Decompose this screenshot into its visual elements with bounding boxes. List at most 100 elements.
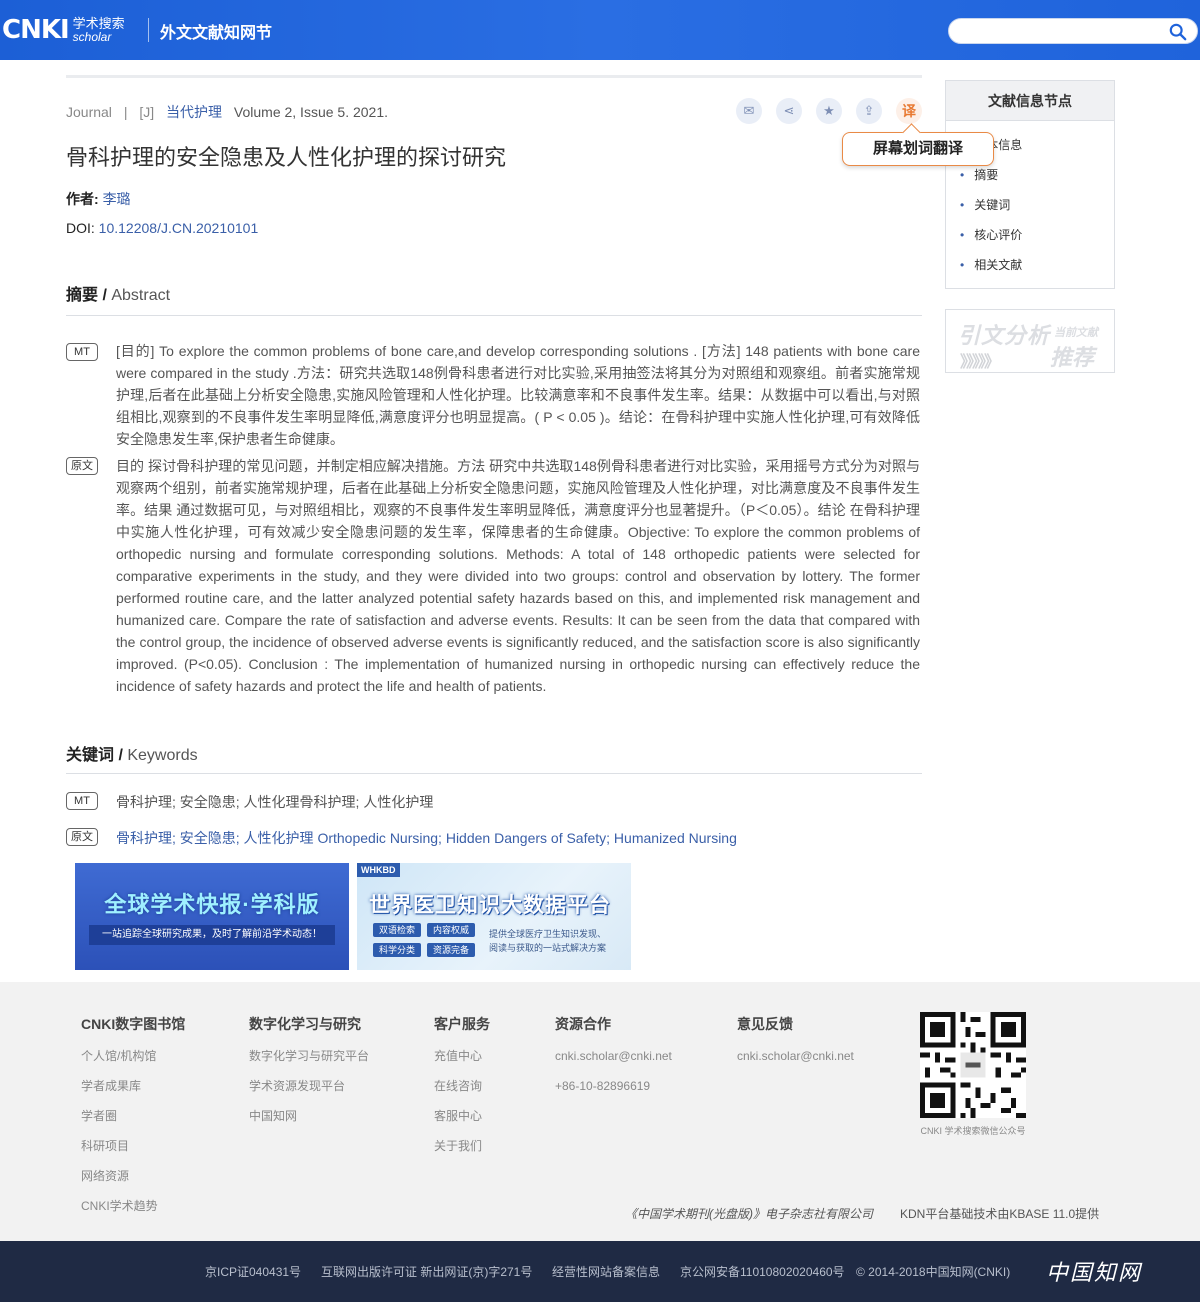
keywords-heading-en: Keywords <box>127 747 198 764</box>
footer-phone: +86-10-82896619 <box>555 1079 651 1093</box>
cnki-footer-logo: 中国知网 <box>1046 1261 1143 1286</box>
footer-link[interactable]: CNKI学术趋势 <box>81 1198 185 1228</box>
top-rule <box>66 75 922 78</box>
export-icon[interactable]: ⇪ <box>856 98 882 124</box>
banner2-desc-line2: 阅读与获取的一站式解决方案 <box>489 943 607 953</box>
keywords-original[interactable]: 骨科护理; 安全隐患; 人性化护理 Orthopedic Nursing; Hi… <box>116 828 737 848</box>
keywords-rule <box>66 773 922 774</box>
side-item-related[interactable]: 相关文献 <box>960 256 1022 273</box>
journal-link[interactable]: 当代护理 <box>166 104 222 120</box>
qr-code-icon <box>920 1012 1026 1118</box>
footer-col-library: CNKI数字图书馆 个人馆/机构馆 学者成果库 学者圈 科研项目 网络资源 CN… <box>81 1014 185 1228</box>
footer-link[interactable]: 中国知网 <box>249 1108 369 1138</box>
logo-main: CNKI <box>2 15 70 45</box>
icp-license[interactable]: 京ICP证040431号 <box>205 1263 301 1280</box>
banner1-title: 全球学术快报·学科版 <box>104 892 320 917</box>
footer-link[interactable]: 学者成果库 <box>81 1078 185 1108</box>
abstract-rule <box>66 315 922 316</box>
favorite-icon[interactable]: ★ <box>816 98 842 124</box>
banner2-pill: 科学分类 <box>373 943 422 957</box>
footer-link[interactable]: 学者圈 <box>81 1108 185 1138</box>
banner1-subtitle: 一站追踪全球研究成果，及时了解前沿学术动态！ <box>89 925 335 945</box>
author-link[interactable]: 李璐 <box>103 191 131 207</box>
footer-email[interactable]: cnki.scholar@cnki.net <box>737 1048 854 1078</box>
banner2-pill: 内容权威 <box>427 923 476 937</box>
footer-col-feedback: 意见反馈 cnki.scholar@cnki.net <box>737 1014 854 1078</box>
author-label: 作者: <box>66 191 103 207</box>
footer-link[interactable]: 个人馆/机构馆 <box>81 1048 185 1078</box>
header-divider <box>148 18 149 42</box>
site-title: 外文文献知网节 <box>160 25 273 42</box>
footer-link[interactable]: 客服中心 <box>434 1108 490 1138</box>
keywords-heading: 关键词 / Keywords <box>66 741 198 765</box>
qr-caption: CNKI 学术搜索微信公众号 <box>920 1126 1026 1136</box>
article-meta: Journal | [J] 当代护理 Volume 2, Issue 5. 20… <box>66 102 388 122</box>
info-nodes-panel: 文献信息节点 基本信息 摘要 关键词 核心评价 相关文献 <box>945 80 1115 289</box>
footer-link[interactable]: 在线咨询 <box>434 1078 490 1108</box>
footer-link[interactable]: 关于我们 <box>434 1138 490 1168</box>
meta-separator: | <box>123 104 128 120</box>
doi-line: DOI: 10.12208/J.CN.20210101 <box>66 220 258 236</box>
footer-col-title: 资源合作 <box>555 1016 611 1032</box>
search-icon[interactable] <box>1169 23 1187 41</box>
top-header: CNKI 学术搜索 scholar 外文文献知网节 <box>0 0 1200 60</box>
cnki-scholar-logo[interactable]: CNKI 学术搜索 scholar <box>2 15 125 45</box>
current-doc-label: 当前文献 <box>1054 327 1098 339</box>
banner2-pill: 双语检索 <box>373 923 422 937</box>
security-record[interactable]: 京公网安备11010802020460号 <box>680 1263 845 1280</box>
banner-medical-platform[interactable]: WHKBD 世界医卫知识大数据平台 双语检索 内容权威 科学分类 资源完备 提供… <box>357 863 631 970</box>
copyright: © 2014-2018中国知网(CNKI) <box>856 1265 1011 1279</box>
info-nodes-title: 文献信息节点 <box>946 81 1114 121</box>
publishing-license[interactable]: 互联网出版许可证 新出网证(京)字271号 <box>321 1263 532 1280</box>
footer-link[interactable]: 数字化学习与研究平台 <box>249 1048 369 1078</box>
footer-email[interactable]: cnki.scholar@cnki.net <box>555 1048 672 1078</box>
footer-link[interactable]: 网络资源 <box>81 1168 185 1198</box>
banner2-tag: WHKBD <box>357 863 400 877</box>
footer-col-cooperation: 资源合作 cnki.scholar@cnki.net +86-10-828966… <box>555 1014 672 1108</box>
translate-icon[interactable]: 译 <box>896 98 922 124</box>
article-tools: ✉ ⋖ ★ ⇪ 译 <box>736 98 922 124</box>
article-title: 骨科护理的安全隐患及人性化护理的探讨研究 <box>66 145 507 170</box>
footer-col-title: CNKI数字图书馆 <box>81 1016 186 1032</box>
author-line: 作者: 李璐 <box>66 189 131 209</box>
side-item-abstract[interactable]: 摘要 <box>960 166 998 183</box>
translate-tooltip: 屏幕划词翻译 <box>842 132 994 166</box>
abstract-heading-en: Abstract <box>111 287 171 304</box>
meta-type: Journal <box>66 104 112 120</box>
footer-link[interactable]: 学术资源发现平台 <box>249 1078 369 1108</box>
footer-col-title: 数字化学习与研究 <box>249 1016 361 1032</box>
footer-publisher: 《中国学术期刊(光盘版)》电子杂志社有限公司 <box>625 1207 873 1221</box>
banner-global-academic[interactable]: 全球学术快报·学科版 一站追踪全球研究成果，及时了解前沿学术动态！ <box>75 863 349 970</box>
mail-icon[interactable]: ✉ <box>736 98 762 124</box>
doi-link[interactable]: 10.12208/J.CN.20210101 <box>99 220 259 236</box>
banner2-pill: 资源完备 <box>427 943 476 957</box>
footer-tech-note: KDN平台基础技术由KBASE 11.0提供 <box>900 1207 1100 1221</box>
search-input[interactable] <box>948 18 1198 44</box>
website-record[interactable]: 经营性网站备案信息 <box>552 1263 660 1280</box>
citation-analysis-box[interactable]: 引文分析 当前文献 》》》》》 推荐 <box>945 309 1115 373</box>
footer-link[interactable]: 科研项目 <box>81 1138 185 1168</box>
original-tag: 原文 <box>66 828 98 846</box>
side-item-keywords[interactable]: 关键词 <box>960 196 1010 213</box>
footer: CNKI数字图书馆 个人馆/机构馆 学者成果库 学者圈 科研项目 网络资源 CN… <box>0 982 1200 1241</box>
citation-analysis-label: 引文分析 <box>958 323 1051 348</box>
original-tag: 原文 <box>66 457 98 475</box>
keywords-heading-cn: 关键词 / <box>66 747 128 764</box>
abstract-mt-text: [目的] To explore the common problems of b… <box>116 343 920 447</box>
abstract-heading: 摘要 / Abstract <box>66 281 170 305</box>
bottom-bar: 京ICP证040431号 互联网出版许可证 新出网证(京)字271号 经营性网站… <box>0 1241 1200 1302</box>
banner2-description: 提供全球医疗卫生知识发现、 阅读与获取的一站式解决方案 <box>489 927 606 955</box>
abstract-heading-cn: 摘要 / <box>66 287 112 304</box>
footer-link[interactable]: 充值中心 <box>434 1048 490 1078</box>
side-item-core-evaluation[interactable]: 核心评价 <box>960 226 1022 243</box>
mt-tag: MT <box>66 343 98 361</box>
arrows-icon: 》》》》》 <box>960 354 1000 371</box>
abstract-original-text: 目的 探讨骨科护理的常见问题，并制定相应解决措施。方法 研究中共选取148例骨科… <box>116 458 920 694</box>
footer-col-title: 意见反馈 <box>737 1016 793 1032</box>
keywords-mt: 骨科护理; 安全隐患; 人性化理骨科护理; 人性化护理 <box>116 794 434 810</box>
volume-info: Volume 2, Issue 5. 2021. <box>233 104 389 120</box>
share-icon[interactable]: ⋖ <box>776 98 802 124</box>
banner2-desc-line1: 提供全球医疗卫生知识发现、 <box>489 929 607 939</box>
mt-tag: MT <box>66 792 98 810</box>
meta-code: [J] <box>139 104 155 120</box>
